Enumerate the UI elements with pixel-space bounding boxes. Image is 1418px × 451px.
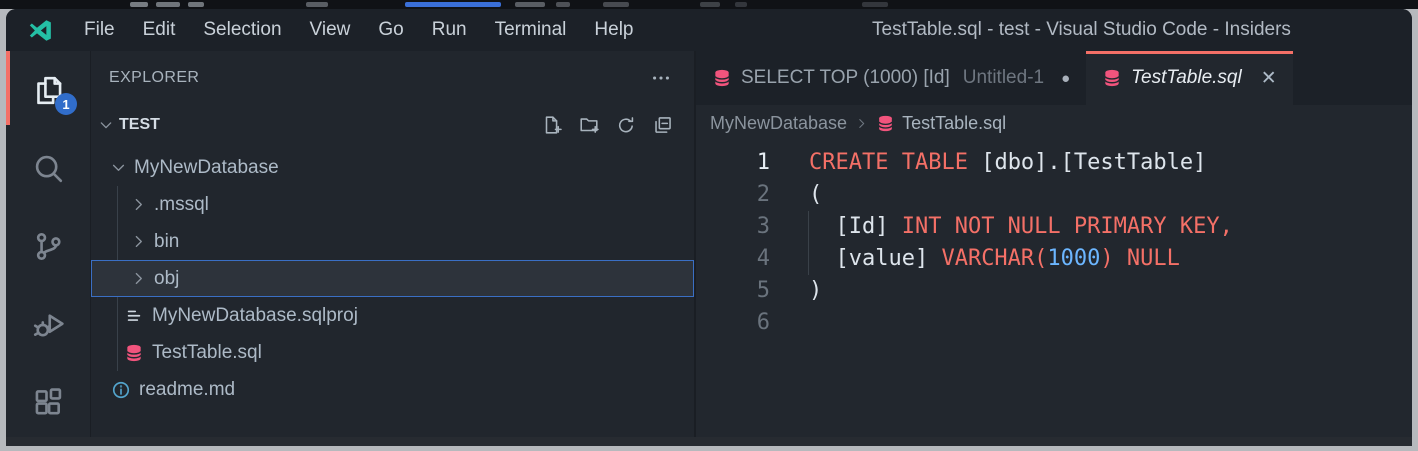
chevron-right-icon [129,232,148,251]
editor-group: SELECT TOP (1000) [Id] Untitled-1 ● TestTab… [696,51,1412,446]
tree-item-label: MyNewDatabase [134,157,279,179]
more-actions-icon[interactable] [650,67,672,89]
tree-item-label: bin [154,231,179,253]
line-number: 2 [696,179,770,211]
info-icon [111,380,131,400]
menu-bar: FileEditSelectionViewGoRunTerminalHelp [70,9,648,51]
activity-bar: 1 [6,51,91,446]
menu-edit[interactable]: Edit [129,9,190,51]
code-text: ( [809,179,822,211]
file-tree: MyNewDatabase .mssql bin obj MyNewDatabase.s… [91,145,694,408]
code-line-1: 1 CREATE TABLE [dbo].[TestTable] [696,147,1412,179]
line-number: 3 [696,211,770,243]
breadcrumb-item-mynewdatabase[interactable]: MyNewDatabase [710,113,847,134]
activity-item-source-control[interactable] [6,207,90,285]
code-line-5: 5) [696,275,1412,307]
code-text: CREATE TABLE [dbo].[TestTable] [809,147,1206,179]
extensions-icon [30,384,67,421]
vscode-insiders-logo-icon [27,17,54,44]
sidebar-header: EXPLORER [91,51,694,105]
indent-guide [808,211,809,275]
tree-item-label: MyNewDatabase.sqlproj [152,305,358,327]
code-editor[interactable]: 1CREATE TABLE [dbo].[TestTable]2(3 [Id] … [696,141,1412,446]
chevron-down-icon [109,158,128,177]
tree-item-label: TestTable.sql [152,342,262,364]
source-control-icon [30,228,67,265]
code-line-4: 4 [value] VARCHAR(1000) NULL [696,243,1412,275]
menu-run[interactable]: Run [418,9,481,51]
breadcrumb-item-testtable-sql[interactable]: TestTable.sql [902,113,1006,134]
refresh-icon[interactable] [615,114,637,136]
activity-item-extensions[interactable] [6,363,90,441]
code-text: [value] VARCHAR(1000) NULL [809,243,1180,275]
sidebar-title: EXPLORER [109,69,650,87]
menu-go[interactable]: Go [364,9,417,51]
new-folder-icon[interactable] [578,114,600,136]
tree-item-mssql[interactable]: .mssql [91,186,694,223]
activity-item-run-and-debug[interactable] [6,285,90,363]
tab-testtable-sql[interactable]: TestTable.sql ✕ [1086,51,1292,105]
tab-title: SELECT TOP (1000) [Id] [741,67,950,89]
window-bottom-edge [6,437,1412,446]
tree-item-readme-md[interactable]: readme.md [91,371,694,408]
list-file-icon [124,306,144,326]
tab-title: TestTable.sql [1131,67,1242,89]
collapse-all-icon[interactable] [652,114,674,136]
title-bar: FileEditSelectionViewGoRunTerminalHelp T… [6,9,1412,51]
tree-item-testtable-sql[interactable]: TestTable.sql [91,334,694,371]
code-text: [Id] INT NOT NULL PRIMARY KEY, [809,211,1233,243]
active-item-indicator [6,51,10,125]
code-line-3: 3 [Id] INT NOT NULL PRIMARY KEY, [696,211,1412,243]
tree-item-mynewdatabase-sqlproj[interactable]: MyNewDatabase.sqlproj [91,297,694,334]
tree-item-label: .mssql [154,194,209,216]
database-icon [124,343,144,363]
database-icon [876,114,895,133]
section-label: TEST [119,116,541,134]
new-file-icon[interactable] [541,114,563,136]
tab-bar: SELECT TOP (1000) [Id] Untitled-1 ● TestTab… [696,51,1412,105]
breadcrumb: MyNewDatabase TestTable.sql [696,105,1412,141]
code-text: ) [809,275,822,307]
tab-select-top-1000-id[interactable]: SELECT TOP (1000) [Id] Untitled-1 ● [696,51,1086,105]
database-icon [1102,68,1122,88]
close-icon[interactable]: ✕ [1261,67,1277,90]
background-artifact-strip [0,0,1418,9]
chevron-down-icon [97,116,115,134]
code-line-6: 6 [696,307,1412,339]
chevron-right-icon [129,195,148,214]
tree-item-mynewdatabase[interactable]: MyNewDatabase [91,149,694,186]
chevron-right-icon [129,269,148,288]
tree-item-bin[interactable]: bin [91,223,694,260]
vscode-window: FileEditSelectionViewGoRunTerminalHelp T… [6,9,1412,446]
section-actions [541,114,674,136]
tree-item-label: readme.md [139,379,235,401]
run-debug-icon [30,306,67,343]
modified-indicator-icon: ● [1061,70,1070,87]
section-header-test[interactable]: TEST [91,105,694,145]
menu-view[interactable]: View [296,9,365,51]
explorer-sidebar: EXPLORER TEST MyNewDatabase.mssqlbinobjM… [91,51,696,446]
line-number: 6 [696,307,770,339]
menu-help[interactable]: Help [580,9,647,51]
menu-terminal[interactable]: Terminal [481,9,581,51]
tab-detail: Untitled-1 [963,67,1044,89]
activity-item-explorer[interactable]: 1 [6,51,90,129]
menu-file[interactable]: File [70,9,129,51]
menu-selection[interactable]: Selection [189,9,295,51]
explorer-badge: 1 [55,93,77,115]
line-number: 5 [696,275,770,307]
search-icon [30,150,67,187]
line-number: 1 [696,147,770,179]
tree-item-label: obj [154,268,179,290]
database-icon [712,68,732,88]
tree-item-obj[interactable]: obj [91,260,694,297]
code-line-2: 2( [696,179,1412,211]
line-number: 4 [696,243,770,275]
activity-item-search[interactable] [6,129,90,207]
breadcrumb-separator-icon [854,116,869,131]
window-title: TestTable.sql - test - Visual Studio Cod… [872,9,1291,51]
